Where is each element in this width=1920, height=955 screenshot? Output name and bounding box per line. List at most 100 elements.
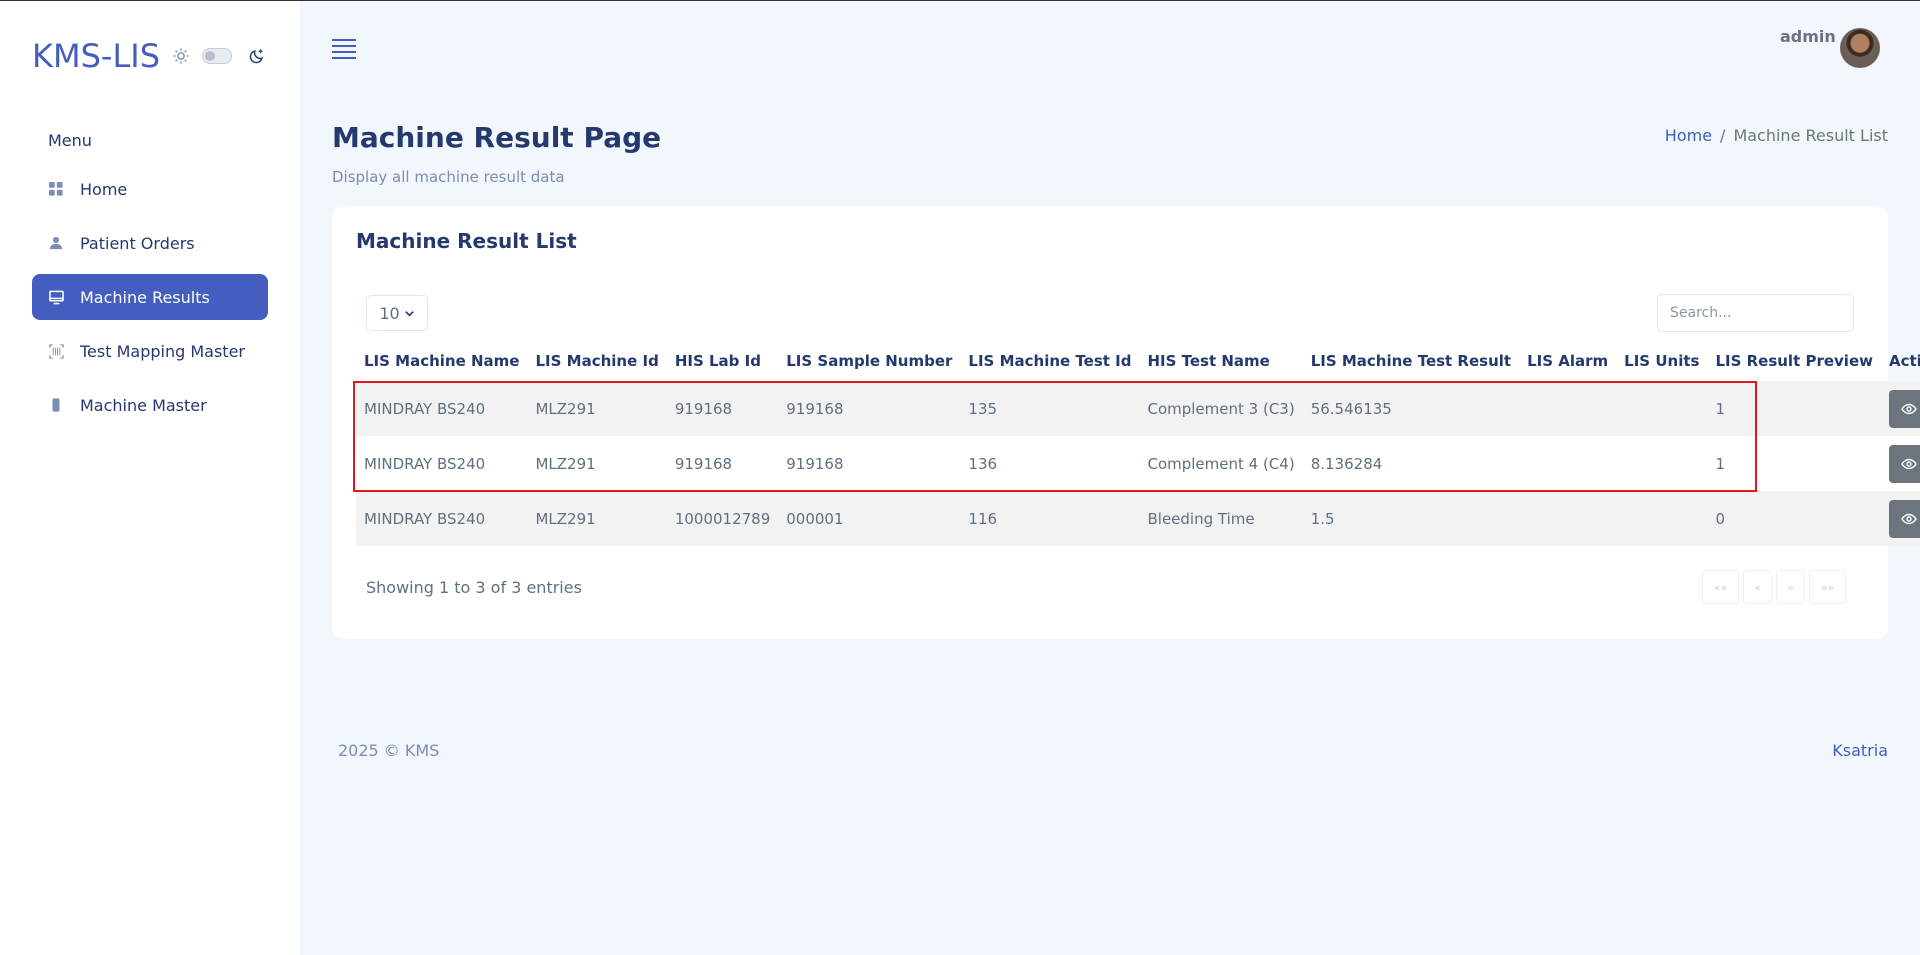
table-cell: 56.546135 <box>1302 381 1520 436</box>
column-header[interactable]: LIS Sample Number <box>778 341 960 381</box>
table-cell: Complement 4 (C4) <box>1139 436 1303 491</box>
monitor-icon <box>48 289 64 305</box>
table-info: Showing 1 to 3 of 3 entries <box>366 578 582 597</box>
page-length-value: 10 <box>379 303 400 323</box>
footer-copyright: 2025 © KMS <box>338 741 440 760</box>
action-cell <box>1880 491 1920 546</box>
sidebar-item-label: Test Mapping Master <box>80 341 245 361</box>
sidebar-item-machine-master[interactable]: Machine Master <box>32 382 268 428</box>
column-header[interactable]: LIS Machine Id <box>527 341 666 381</box>
page-title: Machine Result Page <box>332 121 662 154</box>
table-cell: 919168 <box>778 381 961 436</box>
table-cell: 919168 <box>666 436 779 491</box>
sidebar-item-label: Patient Orders <box>80 233 195 253</box>
moon-icon <box>248 47 266 65</box>
pagination: «« « » »» <box>1702 570 1846 604</box>
table-cell: Bleeding Time <box>1139 491 1303 546</box>
table-cell <box>1616 436 1708 491</box>
grid-icon <box>48 181 64 197</box>
table-cell: 135 <box>960 381 1140 436</box>
table-cell <box>1616 491 1708 546</box>
sidebar: KMS-LIS Menu Home Patient Orders Machine… <box>0 1 300 955</box>
table-cell <box>1519 491 1617 546</box>
breadcrumb-current: Machine Result List <box>1733 126 1888 145</box>
avatar[interactable] <box>1840 28 1880 68</box>
table-cell: 919168 <box>778 436 961 491</box>
column-header[interactable]: LIS Alarm <box>1519 341 1616 381</box>
phone-icon <box>48 397 64 413</box>
table-cell: Complement 3 (C3) <box>1139 381 1303 436</box>
user-name[interactable]: admin <box>1780 27 1836 46</box>
table-cell: 1000012789 <box>666 491 779 546</box>
view-button[interactable] <box>1888 389 1920 428</box>
table-header-row: LIS Machine Name LIS Machine Id HIS Lab … <box>356 341 1920 381</box>
table-cell: 116 <box>960 491 1140 546</box>
table-row: MINDRAY BS240 MLZ291 1000012789 000001 1… <box>356 491 1920 546</box>
column-header: Action <box>1888 352 1920 370</box>
table-cell: MINDRAY BS240 <box>356 436 528 491</box>
theme-toggle <box>172 47 266 65</box>
table-cell <box>1519 381 1617 436</box>
theme-switch[interactable] <box>202 48 233 64</box>
hamburger-menu-icon[interactable] <box>332 39 356 59</box>
column-header[interactable]: HIS Test Name <box>1139 341 1302 381</box>
chevron-down-icon <box>404 304 415 323</box>
card-title: Machine Result List <box>356 229 577 253</box>
first-page-button[interactable]: «« <box>1702 570 1739 604</box>
machine-result-card: Machine Result List 10 LIS Machine Name … <box>332 206 1920 639</box>
eye-icon <box>1901 458 1918 469</box>
sidebar-item-label: Machine Results <box>80 287 210 307</box>
breadcrumb: Home / Machine Result List <box>1665 126 1888 145</box>
column-header[interactable]: HIS Lab Id <box>667 341 778 381</box>
table-cell <box>1519 436 1617 491</box>
sidebar-item-label: Machine Master <box>80 395 207 415</box>
results-table: LIS Machine Name LIS Machine Id HIS Lab … <box>356 341 1920 546</box>
table-cell: MLZ291 <box>527 381 667 436</box>
table-cell: MINDRAY BS240 <box>356 491 528 546</box>
sidebar-nav: Home Patient Orders Machine Results Test… <box>32 166 268 436</box>
table-cell: MINDRAY BS240 <box>356 381 528 436</box>
next-page-button[interactable]: » <box>1776 570 1805 604</box>
sun-icon <box>172 47 190 65</box>
table-cell <box>1616 381 1708 436</box>
sidebar-item-test-mapping-master[interactable]: Test Mapping Master <box>32 328 268 374</box>
breadcrumb-home-link[interactable]: Home <box>1665 126 1712 145</box>
table-cell: 1 <box>1707 381 1881 436</box>
sidebar-item-home[interactable]: Home <box>32 166 268 212</box>
search-input[interactable] <box>1657 294 1854 332</box>
sidebar-item-patient-orders[interactable]: Patient Orders <box>32 220 268 266</box>
table-row: MINDRAY BS240 MLZ291 919168 919168 136 C… <box>356 436 1920 491</box>
table-row: MINDRAY BS240 MLZ291 919168 919168 135 C… <box>356 381 1920 436</box>
table-cell: 000001 <box>778 491 961 546</box>
column-header[interactable]: LIS Result Preview <box>1707 341 1881 381</box>
column-header[interactable]: LIS Machine Test Result <box>1303 341 1519 381</box>
table-cell: 8.136284 <box>1302 436 1520 491</box>
column-header[interactable]: LIS Units <box>1616 341 1707 381</box>
table-cell: 136 <box>960 436 1140 491</box>
table-cell: MLZ291 <box>527 436 667 491</box>
action-cell <box>1880 381 1920 436</box>
previous-page-button[interactable]: « <box>1743 570 1772 604</box>
page-subtitle: Display all machine result data <box>332 168 565 186</box>
table-cell: 919168 <box>666 381 779 436</box>
eye-icon <box>1901 403 1918 414</box>
column-header[interactable]: LIS Machine Name <box>356 341 527 381</box>
table-cell: 0 <box>1707 491 1881 546</box>
action-cell <box>1880 436 1920 491</box>
eye-icon <box>1901 513 1918 524</box>
table-cell: MLZ291 <box>527 491 667 546</box>
table-cell: 1.5 <box>1302 491 1520 546</box>
view-button[interactable] <box>1888 444 1920 483</box>
sidebar-item-label: Home <box>80 179 128 199</box>
brand: KMS-LIS <box>32 37 266 75</box>
footer-link[interactable]: Ksatria <box>1832 741 1888 760</box>
breadcrumb-separator: / <box>1720 126 1726 145</box>
page-length-select[interactable]: 10 <box>366 295 428 331</box>
table-cell: 1 <box>1707 436 1881 491</box>
column-header[interactable]: LIS Machine Test Id <box>960 341 1139 381</box>
sidebar-item-machine-results[interactable]: Machine Results <box>32 274 268 320</box>
view-button[interactable] <box>1888 499 1920 538</box>
brand-logo[interactable]: KMS-LIS <box>32 37 160 75</box>
barcode-scan-icon <box>48 343 64 359</box>
last-page-button[interactable]: »» <box>1809 570 1846 604</box>
